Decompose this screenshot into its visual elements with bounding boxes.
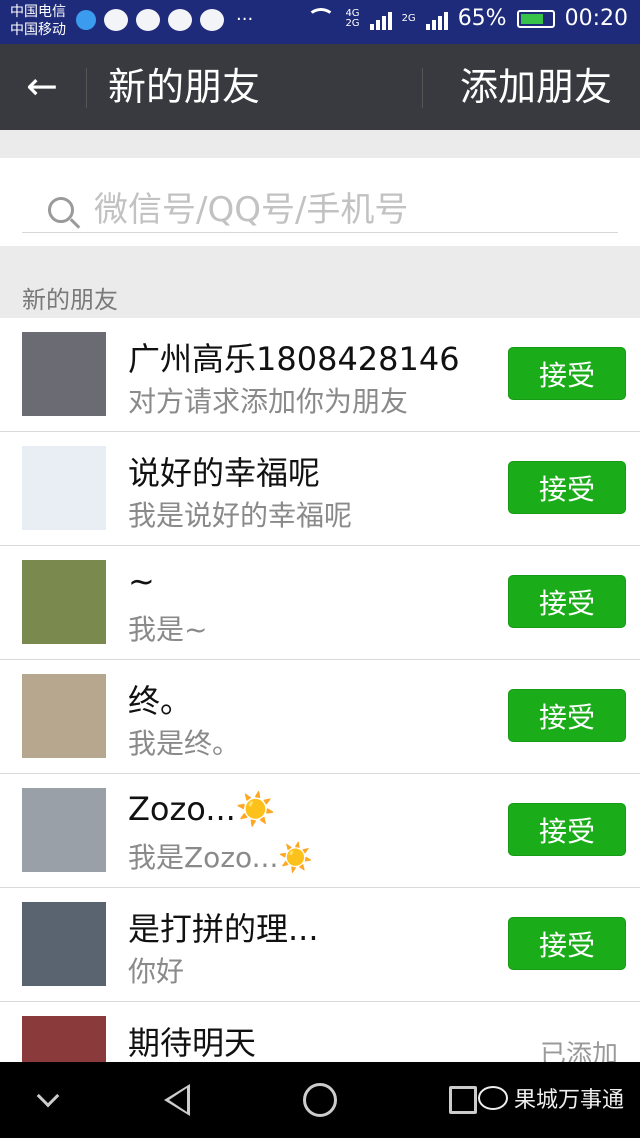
list-item[interactable]: Zozo...☀️ 我是Zozo...☀️ 接受 xyxy=(0,774,640,888)
avatar xyxy=(22,446,106,530)
list-item[interactable]: 广州高乐1808428146 对方请求添加你为朋友 接受 xyxy=(0,318,640,432)
friend-request-list: 广州高乐1808428146 对方请求添加你为朋友 接受 说好的幸福呢 我是说好… xyxy=(0,318,640,1115)
network-type: 4G 2G xyxy=(345,7,360,29)
request-message: 你好 xyxy=(128,955,185,988)
search-input[interactable] xyxy=(92,189,576,231)
request-name: 是打拼的理... xyxy=(128,910,319,948)
watermark: 果城万事通 xyxy=(478,1082,624,1114)
avatar xyxy=(22,788,106,872)
carrier-1: 中国电信 xyxy=(10,4,66,20)
avatar xyxy=(22,332,106,416)
request-name: 终。 xyxy=(128,682,193,720)
carrier-2: 中国移动 xyxy=(10,22,66,38)
accept-button[interactable]: 接受 xyxy=(508,803,626,856)
chevron-down-icon[interactable] xyxy=(36,1084,60,1108)
notification-icons: ··· xyxy=(76,9,253,31)
nav-recent-icon[interactable] xyxy=(449,1086,477,1114)
wechat-notification-icon xyxy=(104,9,128,31)
accept-button[interactable]: 接受 xyxy=(508,347,626,400)
back-arrow-icon[interactable]: ← xyxy=(26,66,66,106)
search-card xyxy=(0,158,640,246)
request-message: 我是Zozo...☀️ xyxy=(128,841,314,874)
wifi-icon xyxy=(307,7,336,30)
status-bar: 中国电信 中国移动 ··· 4G 2G 2G 65% 00:20 xyxy=(0,0,640,44)
list-item[interactable]: 说好的幸福呢 我是说好的幸福呢 接受 xyxy=(0,432,640,546)
list-item[interactable]: 是打拼的理... 你好 接受 xyxy=(0,888,640,1002)
request-message: 我是终。 xyxy=(128,727,241,760)
avatar xyxy=(22,560,106,644)
watermark-text: 果城万事通 xyxy=(514,1088,625,1113)
accept-button[interactable]: 接受 xyxy=(508,917,626,970)
accept-button[interactable]: 接受 xyxy=(508,461,626,514)
nav-home-icon[interactable] xyxy=(303,1083,337,1117)
accept-button[interactable]: 接受 xyxy=(508,575,626,628)
section-label: 新的朋友 xyxy=(22,286,118,314)
network-type-2: 2G xyxy=(401,12,416,24)
system-nav-bar: 果城万事通 xyxy=(0,1062,640,1138)
battery-icon xyxy=(516,9,555,28)
status-right: 4G 2G 2G 65% 00:20 xyxy=(307,6,628,31)
list-item[interactable]: ~ 我是~ 接受 xyxy=(0,546,640,660)
wechat-notification-icon xyxy=(168,9,192,31)
request-message: 我是~ xyxy=(128,613,208,646)
request-message: 对方请求添加你为朋友 xyxy=(128,385,409,418)
request-name: 期待明天 xyxy=(128,1024,257,1062)
divider xyxy=(86,68,87,108)
carrier-info: 中国电信 中国移动 xyxy=(10,3,66,39)
signal-icon-2 xyxy=(425,8,448,30)
nav-back-inner xyxy=(169,1088,187,1112)
request-name: Zozo...☀️ xyxy=(128,790,276,828)
signal-icon xyxy=(369,8,392,30)
add-friend-button[interactable]: 添加朋友 xyxy=(460,64,612,110)
wechat-logo-icon xyxy=(478,1086,508,1110)
clock: 00:20 xyxy=(564,6,628,31)
search-bar[interactable] xyxy=(22,188,618,233)
request-name: ~ xyxy=(128,562,155,600)
list-item[interactable]: 终。 我是终。 接受 xyxy=(0,660,640,774)
wechat-notification-icon xyxy=(136,9,160,31)
more-notifications-icon: ··· xyxy=(236,9,254,30)
page-title: 新的朋友 xyxy=(108,65,261,109)
wechat-notification-icon xyxy=(200,9,224,31)
request-message: 我是说好的幸福呢 xyxy=(128,499,353,532)
request-name: 广州高乐1808428146 xyxy=(128,340,460,378)
avatar xyxy=(22,902,106,986)
app-notification-icon xyxy=(76,10,96,30)
avatar xyxy=(22,674,106,758)
accept-button[interactable]: 接受 xyxy=(508,689,626,742)
battery-percent: 65% xyxy=(457,6,507,31)
title-bar: ← 新的朋友 添加朋友 xyxy=(0,44,640,130)
divider xyxy=(422,68,423,108)
request-name: 说好的幸福呢 xyxy=(128,454,321,492)
search-icon xyxy=(48,197,74,223)
